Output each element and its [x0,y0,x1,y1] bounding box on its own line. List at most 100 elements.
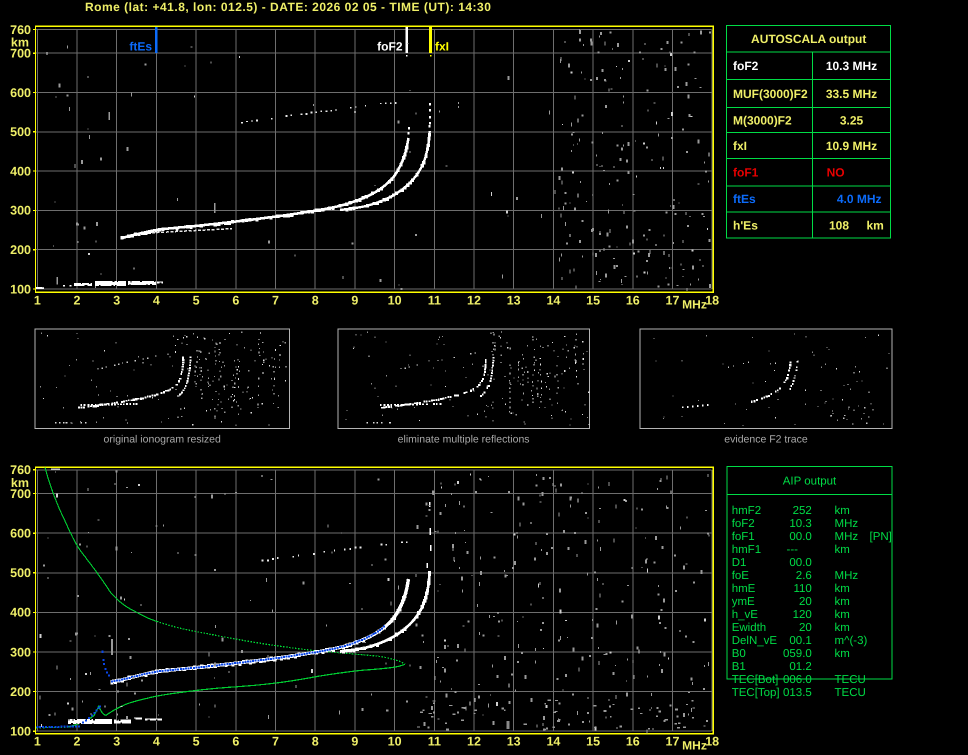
svg-text:DelN_vE: DelN_vE [732,635,778,647]
svg-text:600: 600 [10,86,31,100]
svg-text:8: 8 [312,735,319,749]
svg-text:original ionogram resized: original ionogram resized [104,434,221,446]
svg-text:foF2: foF2 [377,40,403,54]
svg-text:m^(-3): m^(-3) [835,635,868,647]
svg-text:110: 110 [793,583,811,595]
svg-text:MUF(3000)F2: MUF(3000)F2 [733,87,808,101]
svg-text:300: 300 [10,645,31,659]
svg-text:252: 252 [793,505,812,517]
svg-text:AIP output: AIP output [783,476,837,488]
svg-text:MHz: MHz [682,739,707,753]
svg-text:300: 300 [10,204,31,218]
svg-text:17: 17 [666,735,680,749]
svg-text:ftEs: ftEs [733,192,756,206]
svg-text:12: 12 [467,294,481,308]
svg-text:TECU: TECU [835,687,866,699]
svg-text:Rome (lat: +41.8, lon: 012.5): Rome (lat: +41.8, lon: 012.5) - DATE: 20… [85,0,491,14]
svg-text:NO: NO [827,166,845,180]
svg-text:12: 12 [467,735,481,749]
svg-text:00.0: 00.0 [789,531,811,543]
svg-text:TEC[Top]: TEC[Top] [732,687,780,699]
svg-text:14: 14 [546,294,560,308]
svg-text:MHz: MHz [682,298,707,312]
svg-text:km: km [835,505,850,517]
svg-text:B0: B0 [732,648,746,660]
svg-text:100: 100 [10,282,31,296]
svg-text:006.0: 006.0 [783,674,812,686]
svg-text:120: 120 [793,609,812,621]
svg-text:km: km [835,609,850,621]
svg-text:4: 4 [153,294,160,308]
svg-text:18: 18 [705,735,719,749]
svg-text:3.25: 3.25 [840,113,864,127]
svg-text:11: 11 [428,735,441,749]
svg-text:13: 13 [507,294,521,308]
svg-text:9: 9 [351,735,358,749]
svg-text:20: 20 [799,596,812,608]
svg-text:M(3000)F2: M(3000)F2 [733,113,792,127]
svg-text:01.2: 01.2 [789,661,811,673]
svg-text:fxI: fxI [435,40,449,54]
svg-text:10: 10 [388,735,402,749]
svg-text:MHz: MHz [835,518,859,530]
svg-text:14: 14 [546,735,560,749]
svg-text:7: 7 [272,294,279,308]
svg-text:1: 1 [34,294,41,308]
svg-text:600: 600 [10,527,31,541]
svg-text:Ewidth: Ewidth [732,622,767,634]
svg-text:3: 3 [113,735,120,749]
svg-text:B1: B1 [732,661,746,673]
svg-text:evidence F2 trace: evidence F2 trace [724,434,808,446]
svg-text:foF2: foF2 [732,518,755,530]
svg-text:059.0: 059.0 [783,648,812,660]
svg-text:18: 18 [705,294,719,308]
svg-text:200: 200 [10,685,31,699]
svg-text:km: km [867,218,884,232]
svg-text:700: 700 [10,47,31,61]
svg-text:16: 16 [626,294,640,308]
svg-text:11: 11 [428,294,441,308]
svg-text:500: 500 [10,566,31,580]
svg-text:AUTOSCALA output: AUTOSCALA output [751,32,866,46]
svg-text:20: 20 [799,622,812,634]
svg-text:hmF2: hmF2 [732,505,761,517]
svg-text:3: 3 [113,294,120,308]
svg-text:foF2: foF2 [733,59,759,73]
svg-text:D1: D1 [732,557,747,569]
svg-text:400: 400 [10,164,31,178]
svg-text:2.6: 2.6 [796,570,812,582]
svg-text:013.5: 013.5 [783,687,812,699]
svg-text:13: 13 [507,735,521,749]
svg-text:5: 5 [193,294,200,308]
svg-text:500: 500 [10,125,31,139]
svg-text:10.3: 10.3 [789,518,811,530]
svg-text:700: 700 [10,487,31,501]
svg-text:17: 17 [666,294,680,308]
svg-text:hmE: hmE [732,583,756,595]
svg-text:33.5 MHz: 33.5 MHz [826,87,877,101]
svg-text:8: 8 [312,294,319,308]
svg-text:[PN]: [PN] [870,531,892,543]
svg-text:7: 7 [272,735,279,749]
svg-text:15: 15 [586,735,600,749]
svg-text:MHz: MHz [835,531,859,543]
svg-text:00.0: 00.0 [789,557,811,569]
svg-text:100: 100 [10,725,31,739]
svg-text:4.0 MHz: 4.0 MHz [837,192,882,206]
svg-text:2: 2 [74,735,81,749]
svg-text:h'Es: h'Es [733,218,758,232]
svg-text:TECU: TECU [835,674,866,686]
svg-text:eliminate multiple reflections: eliminate multiple reflections [398,434,530,446]
svg-text:400: 400 [10,606,31,620]
svg-text:15: 15 [586,294,600,308]
svg-text:200: 200 [10,243,31,257]
svg-text:TEC[Bot]: TEC[Bot] [732,674,779,686]
svg-text:---: --- [787,544,799,556]
svg-text:fxI: fxI [733,139,747,153]
svg-text:MHz: MHz [835,570,859,582]
svg-text:km: km [835,583,850,595]
svg-text:108: 108 [829,218,849,232]
svg-text:foE: foE [732,570,750,582]
svg-text:10.9 MHz: 10.9 MHz [826,139,877,153]
svg-text:5: 5 [193,735,200,749]
